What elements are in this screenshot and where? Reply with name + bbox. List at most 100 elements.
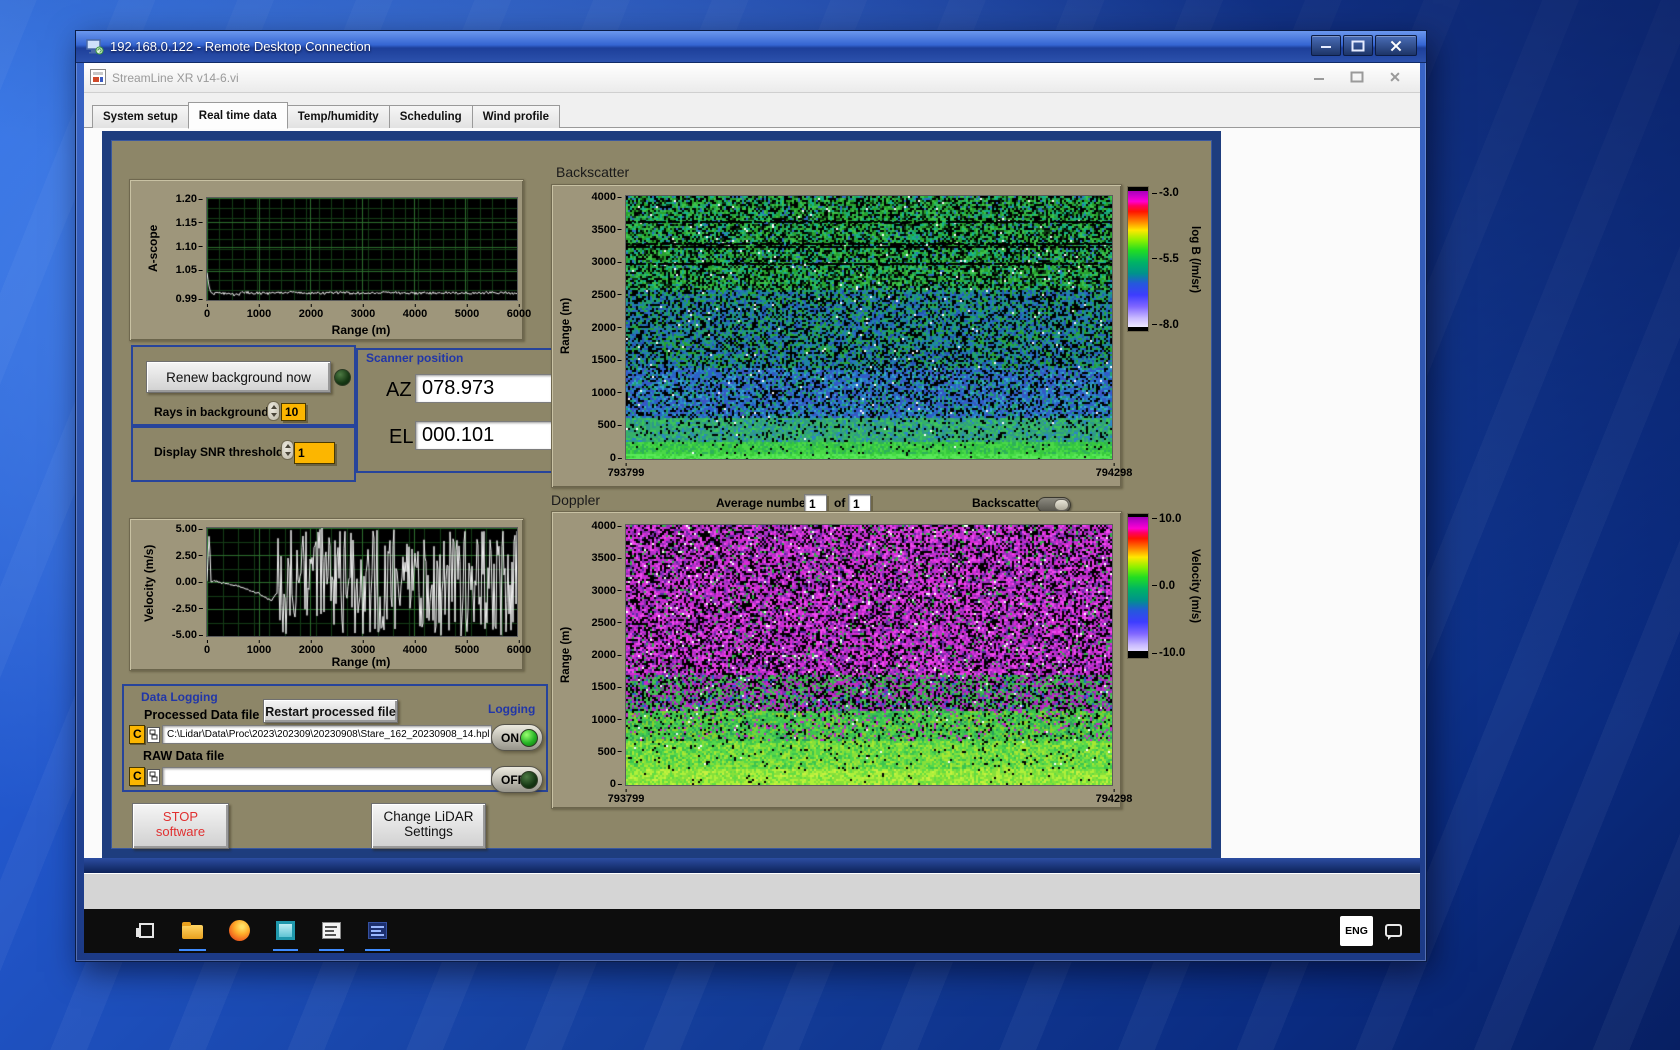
stop-button-line1: STOP [133, 809, 228, 824]
tab-real-time-data[interactable]: Real time data [188, 102, 288, 129]
velocity-plot [206, 527, 518, 637]
change-lidar-settings-button[interactable]: Change LiDAR Settings [371, 803, 486, 849]
y-tick-label: -2.50 [172, 603, 203, 615]
raw-path-field[interactable] [162, 767, 492, 786]
doppler-colorbar-unit: Velocity (m/s) [1183, 506, 1201, 666]
average-total-field[interactable]: 1 [848, 494, 871, 512]
panel-bottom-strip [84, 858, 1420, 873]
y-tick-label: 1500 [592, 354, 622, 366]
doppler-colorbar [1127, 513, 1149, 659]
raw-data-file-label: RAW Data file [143, 749, 224, 763]
data-logging-title: Data Logging [141, 690, 218, 704]
tab-page: A-scope Range (m) 1.201.151.101.050.9901… [84, 128, 1420, 858]
running-indicator [179, 949, 206, 951]
stop-button-line2: software [133, 824, 228, 839]
app-maximize-button[interactable] [1342, 68, 1372, 86]
velocity-x-axis-label: Range (m) [206, 655, 516, 669]
scan-scheduler-window-icon[interactable] [322, 922, 341, 939]
y-tick-label: 3000 [592, 585, 622, 597]
x-tick-label: 793799 [608, 789, 645, 805]
rdp-close-button[interactable] [1375, 35, 1417, 56]
y-tick-label: 2.50 [176, 550, 203, 562]
processed-logging-led [520, 729, 538, 747]
processed-browse-button[interactable] [147, 727, 160, 743]
el-label: EL [389, 426, 413, 449]
language-indicator[interactable]: ENG [1340, 916, 1373, 946]
backscatter-colorbar-unit: log B (/m/sr) [1183, 180, 1201, 340]
processed-logging-toggle-on[interactable]: ON [491, 724, 543, 751]
backscatter-y-axis-label: Range (m) [560, 261, 576, 391]
data-logging-box: Data Logging Processed Data file Restart… [122, 684, 548, 792]
raw-logging-toggle-off[interactable]: OFF [491, 766, 543, 793]
x-tick-label: 4000 [403, 304, 427, 320]
change-button-line2: Settings [372, 824, 485, 839]
labview-vi-icon [90, 69, 106, 85]
photos-app-icon[interactable] [276, 921, 295, 940]
y-tick-label: 0.99 [176, 293, 203, 305]
app-titlebar[interactable]: StreamLine XR v14-6.vi [84, 63, 1420, 93]
tab-temp-humidity[interactable]: Temp/humidity [287, 105, 390, 128]
backscatter-toggle-label: Backscatter [972, 496, 1040, 510]
raw-drive-selector[interactable]: C [129, 767, 145, 786]
snr-spinner[interactable] [281, 440, 294, 460]
x-tick-label: 5000 [455, 640, 479, 656]
rdp-titlebar[interactable]: 192.168.0.122 - Remote Desktop Connectio… [76, 31, 1426, 63]
az-value-indicator: 078.973 [415, 374, 561, 403]
doppler-graph-panel: Range (m) 400035003000250020001500100050… [551, 511, 1122, 809]
task-view-icon[interactable] [139, 923, 154, 938]
rays-value-field[interactable]: 10 [281, 403, 306, 421]
tab-scheduling[interactable]: Scheduling [389, 105, 473, 128]
colorbar-tick-label: -10.0 [1152, 647, 1185, 659]
backscatter-graph-panel: Range (m) 400035003000250020001500100050… [551, 184, 1122, 488]
tab-system-setup[interactable]: System setup [92, 105, 189, 128]
rays-spinner[interactable] [267, 401, 280, 421]
colorbar-tick-label: -5.5 [1152, 253, 1179, 265]
y-tick-label: 3500 [592, 552, 622, 564]
colorbar-tick-label: 10.0 [1152, 513, 1181, 525]
average-number-label: Average number [716, 496, 810, 510]
x-tick-label: 3000 [351, 304, 375, 320]
az-label: AZ [386, 379, 412, 402]
processed-path-field[interactable]: C:\Lidar\Data\Proc\2023\202309\20230908\… [162, 725, 492, 744]
y-tick-label: 1500 [592, 681, 622, 693]
velocity-graph-panel: Velocity (m/s) Range (m) 5.002.500.00-2.… [129, 518, 524, 671]
taskbar: ENG [84, 909, 1420, 953]
tab-wind-profile[interactable]: Wind profile [472, 105, 560, 128]
notification-icon[interactable] [1385, 924, 1402, 937]
x-tick-label: 6000 [507, 304, 531, 320]
average-number-field[interactable]: 1 [804, 494, 827, 512]
snr-value-field[interactable]: 1 [294, 442, 335, 464]
y-tick-label: -5.00 [172, 629, 203, 641]
app-minimize-button[interactable] [1304, 68, 1334, 86]
app-close-button[interactable] [1380, 68, 1410, 86]
x-tick-label: 0 [204, 640, 210, 656]
backscatter-heatmap [625, 195, 1113, 460]
colorbar-cap [1128, 187, 1148, 191]
front-panel: A-scope Range (m) 1.201.151.101.050.9901… [102, 131, 1221, 858]
file-explorer-icon[interactable] [182, 925, 203, 939]
x-tick-label: 794298 [1096, 463, 1133, 479]
colorbar-tick-label: 0.0 [1152, 580, 1175, 592]
y-tick-label: 2500 [592, 617, 622, 629]
rdp-maximize-button[interactable] [1343, 35, 1373, 56]
stop-software-button[interactable]: STOP software [132, 803, 229, 849]
y-tick-label: 1.10 [176, 241, 203, 253]
rdp-minimize-button[interactable] [1311, 35, 1341, 56]
remote-desktop-icon [86, 38, 104, 56]
raw-browse-button[interactable] [147, 769, 160, 785]
log-window-icon[interactable] [368, 922, 387, 939]
ascope-graph-panel: A-scope Range (m) 1.201.151.101.050.9901… [129, 179, 524, 341]
processed-drive-selector[interactable]: C [129, 725, 145, 744]
y-tick-label: 1000 [592, 387, 622, 399]
firefox-icon[interactable] [229, 920, 250, 941]
processed-data-file-label: Processed Data file [144, 708, 259, 722]
renew-background-button[interactable]: Renew background now [146, 361, 331, 393]
snr-threshold-box: Display SNR threshold 1 [131, 426, 356, 482]
change-button-line1: Change LiDAR [372, 809, 485, 824]
x-tick-label: 3000 [351, 640, 375, 656]
restart-processed-file-button[interactable]: Restart processed file [263, 699, 398, 723]
running-indicator [273, 949, 298, 951]
y-tick-label: 2000 [592, 322, 622, 334]
window-bottom-area [84, 873, 1420, 909]
colorbar-cap [1128, 327, 1148, 331]
